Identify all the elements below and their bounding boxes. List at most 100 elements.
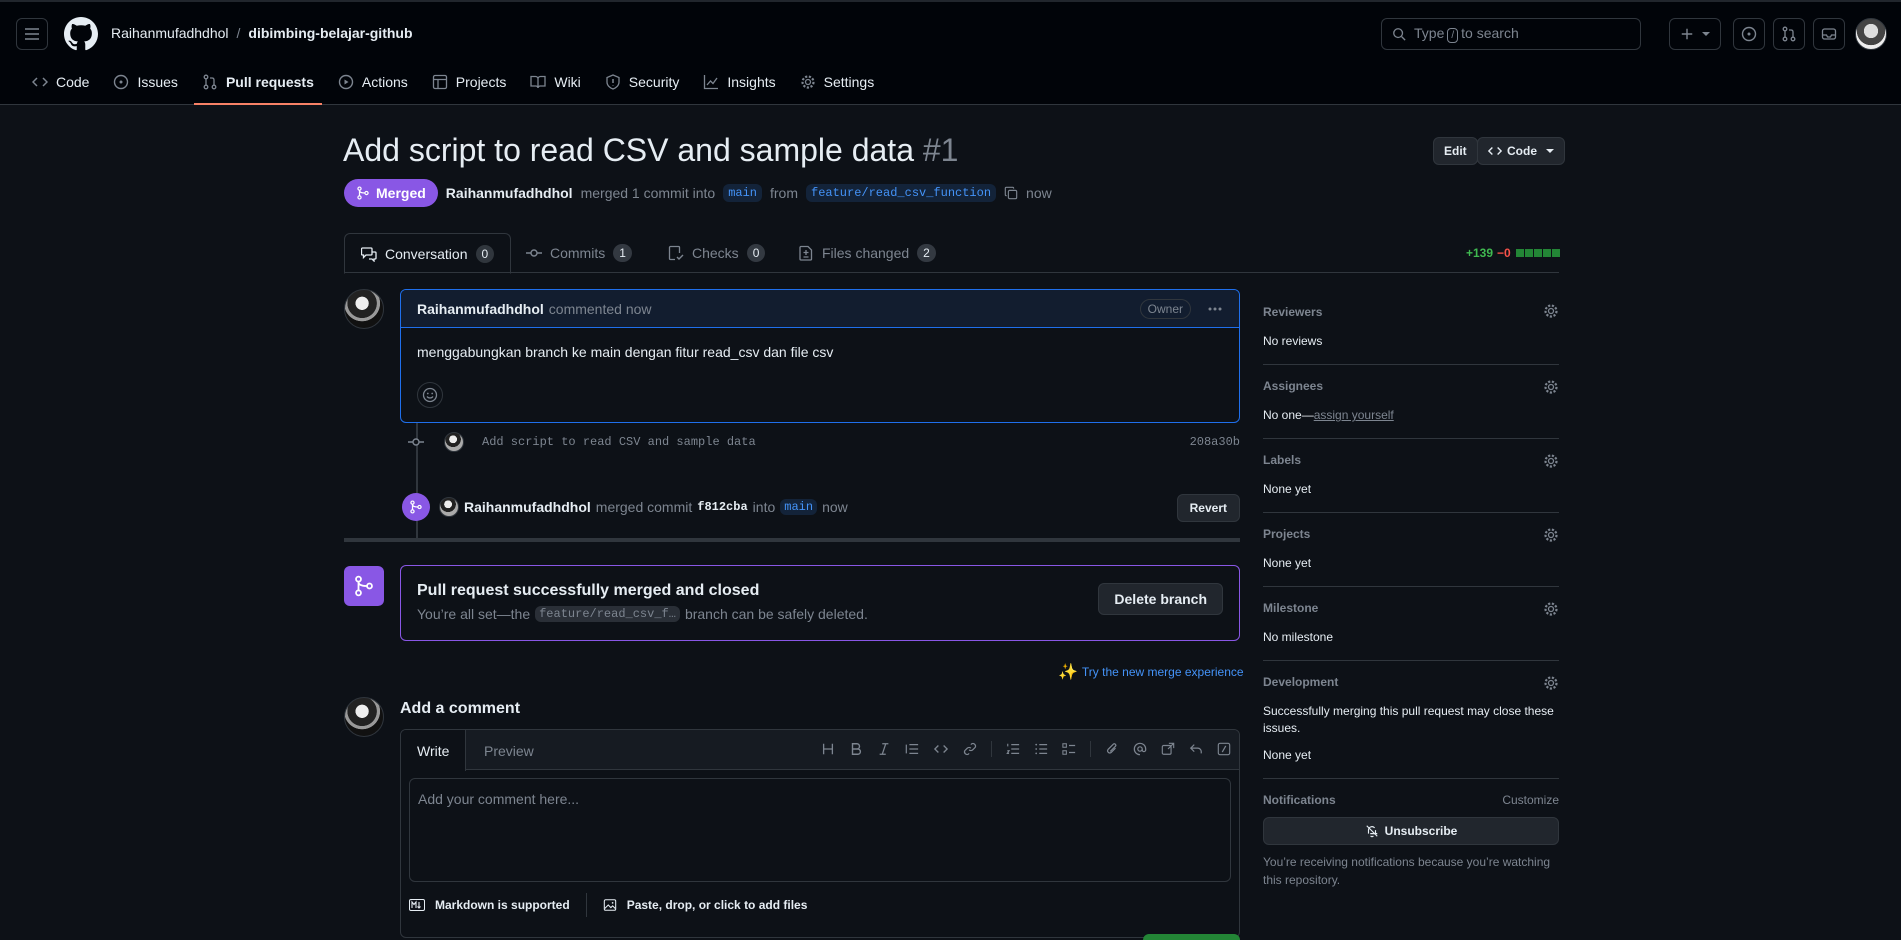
copy-icon[interactable]	[1004, 186, 1018, 200]
paperclip-icon[interactable]	[1105, 742, 1119, 756]
gear-icon[interactable]	[1543, 527, 1559, 543]
link-icon[interactable]	[963, 742, 977, 756]
tasklist-icon[interactable]	[1062, 742, 1076, 756]
gear-icon[interactable]	[1543, 675, 1559, 691]
bold-icon[interactable]	[849, 742, 863, 756]
repo-nav-actions[interactable]: Actions	[330, 68, 416, 96]
revert-button[interactable]: Revert	[1176, 494, 1240, 522]
list-unordered-icon[interactable]	[1034, 742, 1048, 756]
pr-number: #1	[922, 132, 959, 168]
code-dropdown-button[interactable]: Code	[1477, 137, 1565, 165]
github-logo-icon[interactable]	[64, 17, 98, 51]
search-input[interactable]: Type / to search	[1381, 18, 1641, 50]
sidebar-section-title[interactable]: Development	[1263, 675, 1559, 689]
tab-conversation[interactable]: Conversation 0	[344, 233, 512, 274]
issues-button[interactable]	[1733, 18, 1765, 50]
pr-title-text: Add script to read CSV and sample data	[343, 132, 914, 168]
tab-commits[interactable]: Commits 1	[510, 233, 648, 273]
repo-nav-wiki[interactable]: Wiki	[522, 68, 588, 96]
markdown-supported-link[interactable]: Markdown is supported	[435, 898, 570, 912]
pull-requests-button[interactable]	[1773, 18, 1805, 50]
repo-nav-insights[interactable]: Insights	[695, 68, 783, 96]
add-reaction-button[interactable]	[417, 382, 443, 408]
comment-discussion-icon	[361, 246, 377, 262]
code-icon[interactable]	[933, 742, 949, 756]
sidebar-assignees: Assignees No one—assign yourself	[1263, 365, 1559, 439]
breadcrumb: Raihanmufadhdhol / dibimbing-belajar-git…	[111, 25, 413, 41]
sidebar-section-title[interactable]: Milestone	[1263, 601, 1559, 615]
comment-author[interactable]: Raihanmufadhdhol	[417, 301, 544, 317]
inbox-button[interactable]	[1813, 18, 1845, 50]
comment-author-avatar[interactable]	[344, 289, 384, 329]
repo-nav-issues[interactable]: Issues	[105, 68, 185, 96]
edit-button[interactable]: Edit	[1433, 137, 1478, 165]
graph-icon	[703, 74, 719, 90]
sidebar-section-title[interactable]: Projects	[1263, 527, 1559, 541]
current-user-avatar[interactable]	[344, 697, 384, 737]
merged-sub-suffix: branch can be safely deleted.	[684, 606, 868, 622]
tab-checks[interactable]: Checks 0	[652, 233, 781, 273]
repo-nav-code[interactable]: Code	[24, 68, 97, 96]
comment-submit-button[interactable]	[1143, 934, 1240, 940]
tab-preview[interactable]: Preview	[468, 730, 550, 771]
base-branch[interactable]: main	[723, 184, 762, 202]
kebab-horizontal-icon[interactable]	[1207, 301, 1223, 317]
customize-notifications-link[interactable]: Customize	[1502, 793, 1559, 807]
head-branch[interactable]: feature/read_csv_function	[806, 184, 997, 202]
commit-author-avatar[interactable]	[444, 432, 464, 452]
commit-message[interactable]: Add script to read CSV and sample data	[482, 435, 756, 449]
repo-nav-label: Projects	[455, 74, 507, 90]
breadcrumb-repo[interactable]: dibimbing-belajar-github	[248, 25, 412, 41]
sparkles-icon: ✨	[1058, 664, 1078, 681]
breadcrumb-owner[interactable]: Raihanmufadhdhol	[111, 25, 229, 41]
repo-nav-pull-requests[interactable]: Pull requests	[193, 68, 322, 105]
slash-command-icon[interactable]	[1217, 742, 1231, 756]
tab-label: Conversation	[385, 245, 468, 262]
tab-counter: 1	[613, 244, 632, 262]
search-placeholder: Type / to search	[1414, 25, 1519, 43]
sidebar-section-title[interactable]: Assignees	[1263, 379, 1559, 393]
sidebar-section-title[interactable]: Reviewers	[1263, 305, 1559, 319]
gear-icon[interactable]	[1543, 601, 1559, 617]
pr-author-link[interactable]: Raihanmufadhdhol	[446, 185, 573, 201]
plus-icon	[1680, 27, 1694, 41]
commit-row: Add script to read CSV and sample data 2…	[408, 432, 1240, 452]
quote-icon[interactable]	[905, 742, 919, 756]
user-avatar[interactable]	[1855, 18, 1887, 50]
merge-target-branch[interactable]: main	[780, 499, 818, 515]
commit-sha[interactable]: 208a30b	[1190, 435, 1240, 449]
merge-commit-sha[interactable]: f812cba	[697, 500, 747, 514]
reply-icon[interactable]	[1189, 742, 1203, 756]
diffstat-block	[1551, 249, 1560, 257]
tab-files-changed[interactable]: Files changed 2	[782, 233, 952, 273]
repo-nav-settings[interactable]: Settings	[792, 68, 883, 96]
merged-sub-prefix: You’re all set—the	[417, 606, 531, 622]
list-ordered-icon[interactable]	[1006, 742, 1020, 756]
checklist-icon	[668, 245, 684, 261]
gear-icon[interactable]	[1543, 379, 1559, 395]
merger-name[interactable]: Raihanmufadhdhol	[464, 499, 591, 515]
heading-icon[interactable]	[821, 742, 835, 756]
smiley-icon	[422, 387, 438, 403]
comment-textarea[interactable]: Add your comment here...	[409, 778, 1231, 882]
sidebar-projects: Projects None yet	[1263, 513, 1559, 587]
gear-icon[interactable]	[1543, 303, 1559, 319]
gear-icon[interactable]	[1543, 453, 1559, 469]
italic-icon[interactable]	[877, 742, 891, 756]
repo-nav-projects[interactable]: Projects	[424, 68, 515, 96]
delete-branch-button[interactable]: Delete branch	[1098, 583, 1223, 615]
cross-reference-icon[interactable]	[1161, 742, 1175, 756]
mention-icon[interactable]	[1133, 742, 1147, 756]
repo-nav-label: Settings	[823, 74, 875, 90]
sidebar-section-title[interactable]: Labels	[1263, 453, 1559, 467]
try-new-merge-link[interactable]: ✨ Try the new merge experience	[1058, 662, 1244, 682]
create-new-button[interactable]	[1669, 18, 1721, 50]
merger-avatar[interactable]	[439, 497, 459, 517]
menu-button[interactable]	[16, 18, 48, 50]
tab-write[interactable]: Write	[401, 730, 467, 771]
assign-yourself-link[interactable]: assign yourself	[1314, 408, 1394, 422]
unsubscribe-button[interactable]: Unsubscribe	[1263, 817, 1559, 845]
repo-nav-security[interactable]: Security	[597, 68, 688, 96]
comment-body: menggabungkan branch ke main dengan fitu…	[417, 344, 834, 360]
attach-files-link[interactable]: Paste, drop, or click to add files	[627, 898, 808, 912]
